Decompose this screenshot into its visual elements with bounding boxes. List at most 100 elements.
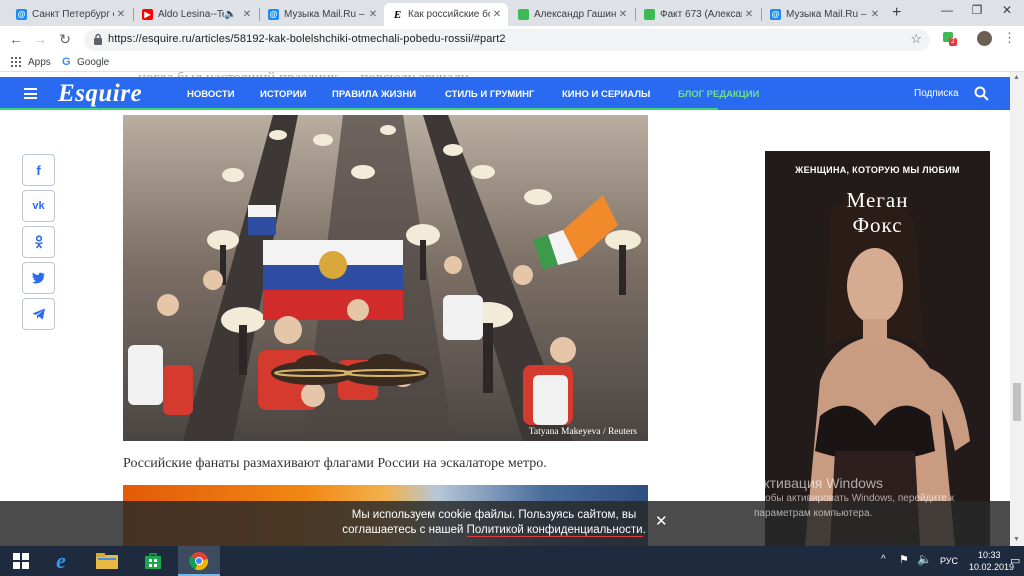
share-telegram-button[interactable] [22, 298, 55, 330]
close-window-button[interactable]: ✕ [992, 3, 1022, 17]
nav-movies[interactable]: КИНО И СЕРИАЛЫ [562, 89, 650, 100]
windows-activation-title: Активация Windows [754, 475, 884, 491]
taskbar-internet-explorer[interactable]: e [40, 546, 82, 576]
twitter-icon [31, 272, 45, 284]
share-facebook-button[interactable]: f [22, 154, 55, 186]
back-button[interactable]: ← [8, 32, 24, 46]
youtube-icon: ▶ [142, 9, 153, 20]
taskbar-chrome[interactable] [178, 546, 220, 576]
close-icon[interactable]: ✕ [490, 9, 504, 20]
close-icon[interactable]: ✕ [240, 9, 254, 20]
ad-headline-last-name: Фокс [852, 213, 903, 237]
close-icon[interactable]: ✕ [742, 9, 756, 20]
notifications-icon[interactable]: ▭ [1010, 554, 1020, 567]
tab-title: Музыка Mail.Ru – с [284, 9, 366, 20]
browser-toolbar: ← → ↻ https://esquire.ru/articles/58192-… [0, 26, 1024, 53]
extension-icon[interactable]: 2 [943, 32, 957, 46]
close-icon[interactable]: ✕ [114, 9, 128, 20]
mailru-icon: @ [268, 9, 279, 20]
volume-icon[interactable]: 🔈 [917, 552, 932, 566]
tab-6[interactable]: Факт 673 (Алексан ✕ [636, 3, 760, 26]
scrollbar-thumb[interactable] [1013, 383, 1021, 421]
windows-start-button[interactable] [0, 546, 42, 576]
hamburger-menu-icon[interactable] [24, 88, 37, 99]
nav-rules-of-life[interactable]: ПРАВИЛА ЖИЗНИ [332, 89, 416, 100]
chrome-icon [189, 552, 209, 571]
nav-style[interactable]: СТИЛЬ И ГРУМИНГ [445, 89, 534, 100]
close-icon[interactable]: ✕ [868, 9, 882, 20]
share-odnoklassniki-button[interactable] [22, 226, 55, 258]
cookie-close-icon[interactable]: ✕ [655, 514, 668, 529]
close-icon[interactable]: ✕ [616, 9, 630, 20]
speaker-icon[interactable]: 🔈 [224, 9, 236, 20]
taskbar-file-explorer[interactable] [86, 546, 128, 576]
odnoklassniki-icon [34, 235, 43, 249]
tab-title: Факт 673 (Алексан [660, 9, 742, 20]
share-twitter-button[interactable] [22, 262, 55, 294]
cookie-text-prefix: соглашаетесь с нашей [342, 524, 467, 536]
privacy-policy-link[interactable]: Политикой конфиденциальности [466, 524, 643, 537]
bookmarks-bar: Apps G Google [0, 53, 1024, 72]
search-icon[interactable] [974, 86, 989, 101]
language-indicator[interactable]: РУС [940, 556, 958, 566]
forward-button[interactable]: → [32, 32, 48, 46]
browser-tab-strip: @ Санкт Петербург с ✕ ▶ Aldo Lesina--Te … [0, 0, 1024, 26]
web-page: …ногда был настоящий праздник — повсюду … [0, 72, 1010, 546]
minimize-button[interactable]: — [932, 3, 962, 17]
ad-headline-first-name: Меган [846, 188, 909, 212]
tab-1[interactable]: @ Санкт Петербург с ✕ [8, 3, 132, 26]
tab-2[interactable]: ▶ Aldo Lesina--Te 🔈 ✕ [134, 3, 258, 26]
clock-time[interactable]: 10:33 [978, 550, 1001, 560]
menu-dots-icon[interactable]: ⋮ [1003, 30, 1016, 46]
photo-caption: Российские фанаты размахивают флагами Ро… [123, 456, 547, 471]
tab-title: Как российские бо [408, 9, 490, 20]
ad-kicker: ЖЕНЩИНА, КОТОРУЮ МЫ ЛЮБИМ [795, 165, 960, 175]
bookmark-google[interactable]: Google [77, 57, 109, 68]
telegram-icon [32, 308, 45, 320]
tab-7[interactable]: @ Музыка Mail.Ru – с ✕ [762, 3, 886, 26]
maximize-button[interactable]: ❐ [962, 3, 992, 17]
clock-date[interactable]: 10.02.2019 [969, 562, 1014, 572]
address-bar[interactable]: https://esquire.ru/articles/58192-kak-bo… [84, 29, 930, 51]
page-scrollbar[interactable]: ▲ ▼ [1010, 72, 1024, 546]
bookmark-star-icon[interactable]: ☆ [910, 31, 922, 47]
photo-credit: Tatyana Makeyeva / Reuters [528, 427, 637, 437]
bookmark-apps[interactable]: Apps [28, 57, 51, 68]
tab-title: Aldo Lesina--Te [158, 9, 224, 20]
flag-icon[interactable]: ⚑ [899, 553, 909, 566]
esquire-logo[interactable]: Esquire [58, 80, 142, 108]
profile-avatar[interactable] [977, 31, 992, 46]
internet-explorer-icon: e [56, 548, 66, 573]
store-icon [145, 553, 161, 569]
nav-stories[interactable]: ИСТОРИИ [260, 89, 306, 100]
nav-news[interactable]: НОВОСТИ [187, 89, 235, 100]
apps-grid-icon [11, 57, 21, 67]
green-doc-icon [518, 9, 529, 20]
mailru-icon: @ [16, 9, 27, 20]
extension-badge: 2 [949, 38, 957, 46]
nav-editorial-blog[interactable]: БЛОГ РЕДАКЦИИ [678, 89, 759, 100]
scroll-down-arrow-icon[interactable]: ▼ [1013, 536, 1020, 543]
new-tab-button[interactable]: + [892, 4, 901, 22]
tray-chevron-icon[interactable]: ^ [881, 554, 886, 565]
scroll-up-arrow-icon[interactable]: ▲ [1013, 74, 1020, 81]
google-g-icon: G [62, 56, 71, 68]
subscribe-link[interactable]: Подписка [914, 88, 959, 99]
vk-icon: vk [32, 200, 45, 212]
windows-taskbar: e ^ ⚑ 🔈 РУС 10:33 10.02.2019 ▭ [0, 546, 1024, 576]
article-photo: Tatyana Makeyeva / Reuters [123, 115, 648, 441]
site-header: Esquire НОВОСТИ ИСТОРИИ ПРАВИЛА ЖИЗНИ СТ… [0, 77, 1010, 110]
reload-button[interactable]: ↻ [57, 32, 73, 46]
facebook-icon: f [36, 162, 41, 178]
taskbar-store[interactable] [132, 546, 174, 576]
close-icon[interactable]: ✕ [366, 9, 380, 20]
tab-title: Александр Гашин [534, 9, 616, 20]
tab-4-active[interactable]: E Как российские бо ✕ [384, 3, 508, 26]
windows-activation-text: Чтобы активировать Windows, перейдите к [754, 493, 955, 504]
tab-5[interactable]: Александр Гашин ✕ [510, 3, 634, 26]
lock-icon [94, 33, 102, 45]
share-vk-button[interactable]: vk [22, 190, 55, 222]
windows-logo-icon [13, 553, 29, 569]
blog-underline [0, 108, 718, 110]
tab-3[interactable]: @ Музыка Mail.Ru – с ✕ [260, 3, 384, 26]
